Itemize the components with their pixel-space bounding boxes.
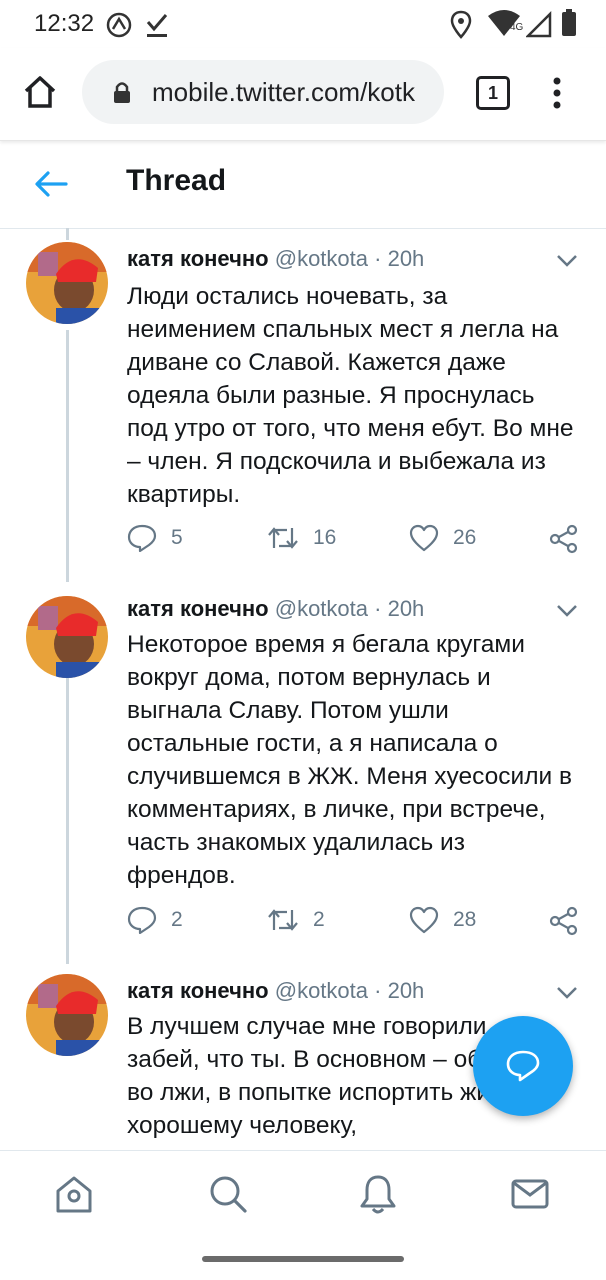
data-saver-icon	[106, 12, 132, 38]
heart-icon	[409, 906, 439, 934]
tabs-button[interactable]: 1	[476, 76, 510, 110]
tweet-time[interactable]: 20h	[388, 246, 425, 271]
like-button[interactable]: 26	[409, 524, 476, 552]
home-gesture-pill[interactable]	[202, 1256, 404, 1262]
gesture-bar	[0, 1242, 606, 1280]
tweet-text: Люди остались ночевать, за неимением спа…	[127, 283, 574, 508]
reply-button[interactable]: 2	[127, 906, 183, 934]
dot-separator: ·	[374, 978, 382, 1003]
author-name[interactable]: катя конечно	[127, 596, 269, 621]
avatar[interactable]	[26, 974, 108, 1056]
reply-bubble-icon	[506, 1050, 540, 1082]
bottom-nav	[0, 1150, 606, 1243]
url-bar[interactable]: mobile.twitter.com/kotk	[82, 60, 444, 124]
search-icon[interactable]	[208, 1173, 248, 1215]
page-header: Thread	[0, 142, 606, 229]
chevron-down-icon[interactable]	[556, 604, 578, 618]
reply-icon	[127, 906, 157, 934]
author-handle[interactable]: @kotkota	[275, 246, 368, 271]
retweet-button[interactable]: 16	[267, 524, 336, 552]
tweet-header: катя конечно @kotkota · 20h	[127, 596, 424, 622]
author-handle[interactable]: @kotkota	[275, 596, 368, 621]
dot-separator: ·	[374, 246, 382, 271]
share-icon[interactable]	[549, 906, 579, 936]
tweet-actions: 2 2 28	[127, 906, 587, 940]
retweet-button[interactable]: 2	[267, 906, 325, 934]
status-time: 12:32	[34, 10, 95, 37]
tweet-header: катя конечно @kotkota · 20h	[127, 978, 424, 1004]
tweet-time[interactable]: 20h	[388, 978, 425, 1003]
retweet-icon	[268, 527, 298, 549]
reply-button[interactable]: 5	[127, 524, 183, 552]
dot-separator: ·	[374, 596, 382, 621]
tweet[interactable]: катя конечно @kotkota · 20h Некоторое вр…	[0, 582, 606, 964]
reply-icon	[127, 524, 157, 552]
back-arrow-icon[interactable]	[34, 170, 68, 198]
share-icon[interactable]	[549, 524, 579, 554]
author-name[interactable]: катя конечно	[127, 246, 269, 271]
like-count: 28	[453, 908, 477, 931]
tweet-time[interactable]: 20h	[388, 596, 425, 621]
author-handle[interactable]: @kotkota	[275, 978, 368, 1003]
messages-icon[interactable]	[510, 1173, 550, 1215]
compose-reply-button[interactable]	[473, 1016, 573, 1116]
author-name[interactable]: катя конечно	[127, 978, 269, 1003]
battery-icon	[562, 9, 576, 36]
tweet[interactable]: катя конечно @kotkota · 20h Люди осталис…	[0, 228, 606, 582]
url-text: mobile.twitter.com/kotk	[152, 77, 415, 107]
tweet-actions: 5 16 26	[127, 524, 587, 558]
like-button[interactable]: 28	[409, 906, 476, 934]
reply-count: 2	[171, 908, 183, 931]
lock-icon	[114, 82, 130, 103]
reply-count: 5	[171, 526, 183, 549]
network-type: 4G	[510, 22, 524, 33]
download-done-icon	[146, 14, 168, 37]
avatar[interactable]	[26, 596, 108, 678]
tweet-header: катя конечно @kotkota · 20h	[127, 246, 424, 272]
page-title: Thread	[126, 164, 227, 197]
chevron-down-icon[interactable]	[556, 986, 578, 1000]
notifications-icon[interactable]	[358, 1173, 398, 1215]
home-button-icon[interactable]	[22, 74, 58, 110]
home-icon[interactable]	[54, 1173, 94, 1215]
chevron-down-icon[interactable]	[556, 254, 578, 268]
like-count: 26	[453, 526, 477, 549]
heart-icon	[409, 524, 439, 552]
retweet-count: 16	[313, 526, 337, 549]
retweet-icon	[268, 909, 298, 931]
tweet-text: Некоторое время я бегала кругами вокруг …	[127, 631, 573, 889]
location-icon	[450, 10, 472, 39]
retweet-count: 2	[313, 908, 325, 931]
signal-icon	[526, 10, 552, 38]
browser-toolbar: mobile.twitter.com/kotk 1	[0, 48, 606, 141]
more-menu-icon[interactable]	[550, 76, 564, 110]
status-bar: 12:32 4G	[0, 0, 606, 48]
avatar[interactable]	[26, 242, 108, 324]
